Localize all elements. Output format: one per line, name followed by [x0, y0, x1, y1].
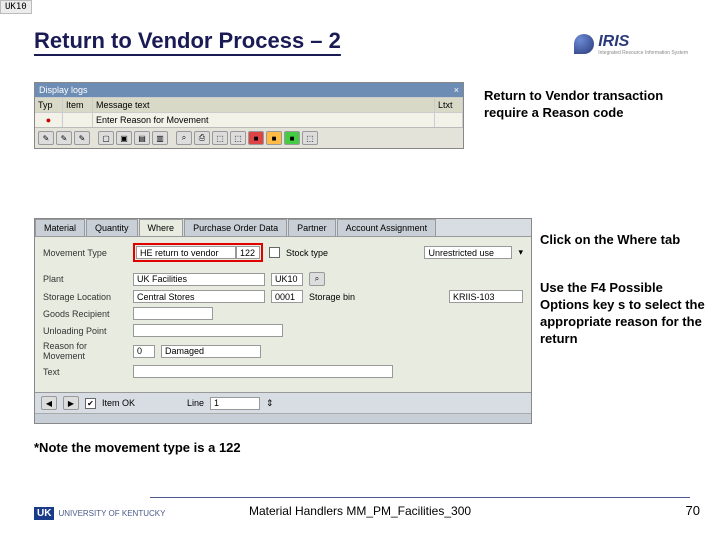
- footer-rule: [150, 497, 690, 498]
- toolbar-icon[interactable]: ⬚: [302, 131, 318, 145]
- cell-ltxt: [435, 113, 463, 127]
- toolbar-icon[interactable]: ✎: [38, 131, 54, 145]
- toolbar-icon[interactable]: ▤: [134, 131, 150, 145]
- toolbar-icon[interactable]: ⎙: [194, 131, 210, 145]
- error-icon: ●: [35, 113, 63, 127]
- sap-log-window: Display logs × Typ Item Message text Ltx…: [34, 82, 464, 149]
- lbl-item-ok: Item OK: [102, 398, 135, 408]
- toolbar-icon[interactable]: ■: [266, 131, 282, 145]
- fld-plant[interactable]: UK Facilities: [133, 273, 265, 286]
- toolbar-icon[interactable]: ✎: [74, 131, 90, 145]
- tab-material[interactable]: Material: [35, 219, 85, 236]
- tab-po-data[interactable]: Purchase Order Data: [184, 219, 287, 236]
- top-chip: UK10: [0, 0, 32, 14]
- annotation-reason-code: Return to Vendor transaction require a R…: [484, 88, 664, 122]
- title-row: Return to Vendor Process – 2 IRIS Integr…: [34, 28, 688, 56]
- tab-bar: Material Quantity Where Purchase Order D…: [35, 219, 531, 237]
- page-number: 70: [686, 503, 700, 518]
- col-msg: Message text: [93, 98, 435, 112]
- lbl-text: Text: [43, 367, 127, 377]
- fld-bin[interactable]: KRIIS-103: [449, 290, 523, 303]
- note-movement-type: *Note the movement type is a 122: [34, 440, 241, 455]
- tab-where[interactable]: Where: [139, 219, 184, 236]
- lbl-goods: Goods Recipient: [43, 309, 127, 319]
- fld-stock-type[interactable]: Unrestricted use: [424, 246, 512, 259]
- tab-quantity[interactable]: Quantity: [86, 219, 138, 236]
- fld-plant-code[interactable]: UK10: [271, 273, 303, 286]
- toolbar-icon[interactable]: ✎: [56, 131, 72, 145]
- col-item: Item: [63, 98, 93, 112]
- lbl-movement: Movement Type: [43, 248, 127, 258]
- detail-footer: ◀ ▶ ✔ Item OK Line 1 ⇕: [35, 392, 531, 413]
- close-icon[interactable]: ×: [454, 85, 459, 95]
- sap-detail-panel: Material Quantity Where Purchase Order D…: [34, 218, 532, 424]
- logo-sub: Integrated Resource Information System: [598, 51, 688, 57]
- where-form: Movement Type HE return to vendor 122 St…: [35, 237, 531, 392]
- col-ltxt: Ltxt: [435, 98, 463, 112]
- annotation-where-tab: Click on the Where tab: [540, 232, 700, 249]
- stock-check[interactable]: [269, 247, 280, 258]
- log-toolbar: ✎ ✎ ✎ ▢ ▣ ▤ ▥ ⌕ ⎙ ⬚ ⬚ ■ ■ ■ ⬚: [35, 127, 463, 148]
- page-title: Return to Vendor Process – 2: [34, 28, 341, 56]
- cell-msg: Enter Reason for Movement: [93, 113, 435, 127]
- sap-log-title: Display logs ×: [35, 83, 463, 97]
- spin-icon[interactable]: ⇕: [266, 398, 274, 409]
- toolbar-icon[interactable]: ⬚: [230, 131, 246, 145]
- fld-text[interactable]: [133, 365, 393, 378]
- lbl-unload: Unloading Point: [43, 326, 127, 336]
- tab-partner[interactable]: Partner: [288, 219, 336, 236]
- fld-unload[interactable]: [133, 324, 283, 337]
- fld-reason-code[interactable]: 0: [133, 345, 155, 358]
- search-help-icon[interactable]: ⌕: [309, 272, 325, 286]
- fld-movement-code[interactable]: 122: [236, 246, 260, 259]
- toolbar-icon[interactable]: ▥: [152, 131, 168, 145]
- footer-course: Material Handlers MM_PM_Facilities_300: [0, 504, 720, 518]
- lbl-stock: Stock type: [286, 248, 328, 258]
- col-typ: Typ: [35, 98, 63, 112]
- toolbar-icon[interactable]: ▢: [98, 131, 114, 145]
- highlight-movement-type: HE return to vendor 122: [133, 243, 263, 262]
- logo-text: IRIS: [598, 33, 629, 50]
- toolbar-icon[interactable]: ▣: [116, 131, 132, 145]
- iris-icon: [574, 34, 594, 54]
- toolbar-icon[interactable]: ■: [248, 131, 264, 145]
- window-title-text: Display logs: [39, 85, 88, 95]
- fld-reason-text[interactable]: Damaged: [161, 345, 261, 358]
- annotation-f4: Use the F4 Possible Options key s to sel…: [540, 280, 710, 348]
- fld-movement-text[interactable]: HE return to vendor: [136, 246, 236, 259]
- tab-account[interactable]: Account Assignment: [337, 219, 437, 236]
- toolbar-icon[interactable]: ⌕: [176, 131, 192, 145]
- lbl-plant: Plant: [43, 274, 127, 284]
- fld-line[interactable]: 1: [210, 397, 260, 410]
- next-icon[interactable]: ▶: [63, 396, 79, 410]
- fld-sloc-code[interactable]: 0001: [271, 290, 303, 303]
- prev-icon[interactable]: ◀: [41, 396, 57, 410]
- lbl-sloc: Storage Location: [43, 292, 127, 302]
- scrollbar[interactable]: [35, 413, 531, 423]
- lbl-reason: Reason for Movement: [43, 341, 127, 361]
- toolbar-icon[interactable]: ⬚: [212, 131, 228, 145]
- item-ok-check[interactable]: ✔: [85, 398, 96, 409]
- lbl-line: Line: [187, 398, 204, 408]
- dropdown-icon[interactable]: ▾: [518, 247, 523, 258]
- fld-sloc[interactable]: Central Stores: [133, 290, 265, 303]
- cell-item: [63, 113, 93, 127]
- fld-goods[interactable]: [133, 307, 213, 320]
- lbl-bin: Storage bin: [309, 292, 355, 302]
- toolbar-icon[interactable]: ■: [284, 131, 300, 145]
- iris-logo: IRIS Integrated Resource Information Sys…: [574, 33, 688, 57]
